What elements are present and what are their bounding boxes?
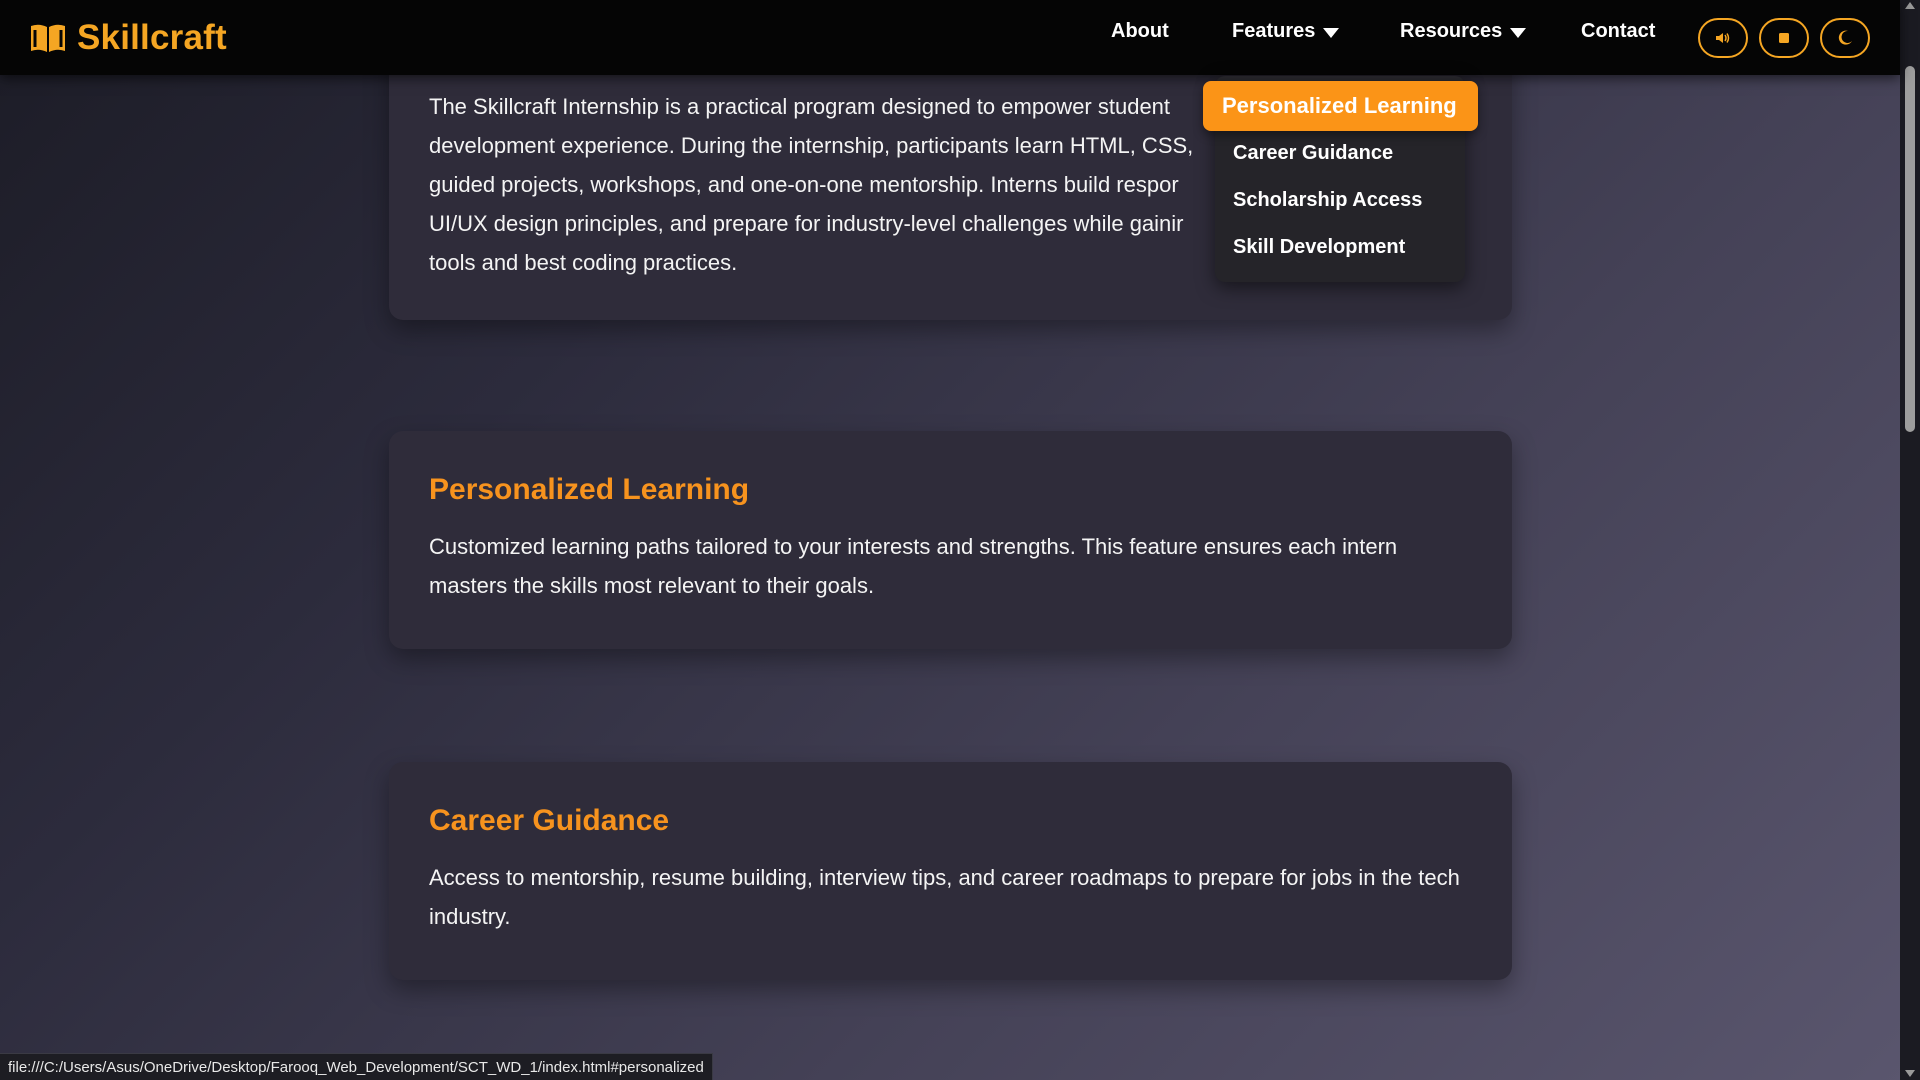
scrollbar-thumb[interactable] [1905,66,1915,432]
sound-button[interactable] [1698,18,1748,58]
nav-resources-label: Resources [1400,20,1503,42]
nav-features-label: Features [1232,20,1316,42]
intro-line: UI/UX design principles, and prepare for… [429,211,1184,236]
nav-features[interactable]: Features [1232,20,1342,43]
nav-about[interactable]: About [1111,20,1169,43]
section-text: Access to mentorship, resume building, i… [429,865,1460,929]
open-book-icon [31,24,65,52]
scroll-down-arrow-icon[interactable] [1905,1070,1915,1077]
intro-line: The Skillcraft Internship is a practical… [429,94,1171,119]
navbar: Skillcraft About Features Resources Cont… [0,0,1900,75]
caret-down-icon [1510,27,1527,38]
dropdown-item-scholarship-access[interactable]: Scholarship Access [1233,189,1422,212]
dropdown-item-career-guidance[interactable]: Career Guidance [1233,142,1393,165]
brand-name: Skillcraft [77,17,227,57]
dropdown-item-personalized-learning[interactable]: Personalized Learning [1203,81,1478,131]
section-title: Personalized Learning [429,473,750,506]
intro-line: tools and best coding practices. [429,250,738,275]
dropdown-item-skill-development[interactable]: Skill Development [1233,236,1405,259]
career-guidance-card: Career Guidance Access to mentorship, re… [389,762,1512,980]
scrollbar[interactable] [1900,0,1920,1080]
nav-about-label: About [1111,20,1169,42]
scroll-up-arrow-icon[interactable] [1905,2,1915,9]
intro-line: development experience. During the inter… [429,133,1194,158]
nav-contact[interactable]: Contact [1581,20,1655,43]
section-title: Career Guidance [429,804,670,837]
personalized-learning-card: Personalized Learning Customized learnin… [389,431,1512,649]
intro-line: guided projects, workshops, and one-on-o… [429,172,1179,197]
brand-logo[interactable]: Skillcraft [29,18,227,58]
section-text: Customized learning paths tailored to yo… [429,534,1398,598]
features-dropdown: Personalized Learning Career Guidance Sc… [1203,76,1478,282]
nav-resources[interactable]: Resources [1400,20,1530,43]
stop-icon [1779,33,1789,43]
speaker-icon [1716,33,1730,43]
nav-contact-label: Contact [1581,20,1656,42]
caret-down-icon [1323,27,1340,38]
stop-button[interactable] [1759,18,1809,58]
theme-toggle-button[interactable] [1820,18,1870,58]
status-bar-url: file:///C:/Users/Asus/OneDrive/Desktop/F… [0,1053,713,1080]
moon-icon [1838,30,1852,45]
